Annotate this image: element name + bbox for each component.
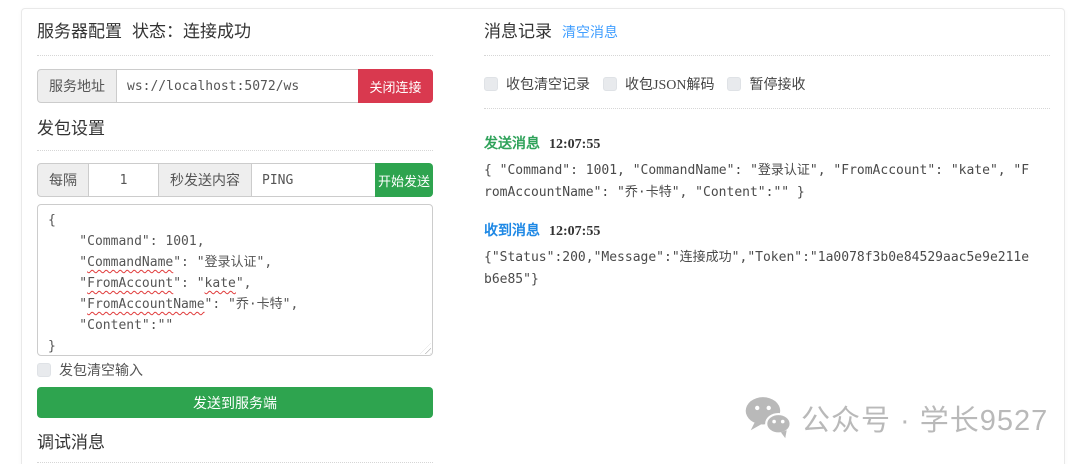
interval-input[interactable]	[88, 163, 159, 197]
clear-input-label: 发包清空输入	[59, 360, 143, 380]
server-config-title: 服务器配置	[37, 22, 122, 41]
server-address-input[interactable]	[116, 69, 359, 103]
message-timestamp: 12:07:55	[549, 224, 600, 239]
heartbeat-content-input[interactable]	[251, 163, 376, 197]
resize-grip-icon[interactable]	[420, 343, 431, 354]
interval-unit-label: 秒发送内容	[158, 163, 252, 197]
clear-input-checkbox[interactable]	[37, 363, 51, 377]
json-decode-checkbox[interactable]	[603, 77, 617, 91]
message-body: {"Status":200,"Message":"连接成功","Token":"…	[484, 247, 1032, 291]
debug-messages-title: 调试消息	[37, 432, 433, 454]
server-config-section: 服务器配置状态：连接成功 服务地址 关闭连接 发包设置 每隔 秒发送内容 开始发…	[37, 9, 433, 463]
option-label: 暂停接收	[749, 74, 805, 94]
divider	[37, 462, 433, 463]
message-item-sent: 发送消息 12:07:55 { "Command": 1001, "Command…	[484, 135, 1050, 204]
watermark-text: 公众号 · 学长9527	[801, 397, 1048, 439]
option-clear-on-receive[interactable]: 收包清空记录	[484, 74, 590, 94]
disconnect-button[interactable]: 关闭连接	[358, 69, 433, 103]
payload-textarea[interactable]: { "Command": 1001, "CommandName": "登录认证"…	[37, 204, 433, 356]
clear-input-option[interactable]: 发包清空输入	[37, 362, 433, 378]
divider	[484, 108, 1050, 109]
message-log-title: 消息记录	[484, 22, 552, 41]
divider	[484, 55, 1050, 56]
wechat-icon	[745, 396, 791, 440]
auto-send-group: 每隔 秒发送内容 开始发送	[37, 163, 433, 197]
pause-receive-checkbox[interactable]	[727, 77, 741, 91]
connection-status: 状态：连接成功	[132, 22, 251, 41]
clear-messages-link[interactable]: 清空消息	[562, 26, 618, 41]
message-body: { "Command": 1001, "CommandName": "登录认证"…	[484, 160, 1032, 204]
option-json-decode[interactable]: 收包JSON解码	[603, 74, 714, 94]
receive-options-row: 收包清空记录 收包JSON解码 暂停接收	[484, 74, 1050, 94]
server-config-title-row: 服务器配置状态：连接成功	[37, 21, 433, 43]
server-address-group: 服务地址 关闭连接	[37, 69, 433, 103]
option-label: 收包JSON解码	[625, 74, 714, 94]
interval-label: 每隔	[37, 163, 89, 197]
message-direction-label: 收到消息	[484, 224, 540, 239]
clear-on-receive-checkbox[interactable]	[484, 77, 498, 91]
option-pause-receive[interactable]: 暂停接收	[727, 74, 805, 94]
send-settings-title: 发包设置	[37, 118, 433, 140]
start-send-button[interactable]: 开始发送	[375, 163, 433, 197]
message-log-section: 消息记录清空消息 收包清空记录 收包JSON解码 暂停接收	[484, 9, 1050, 291]
send-to-server-button[interactable]: 发送到服务端	[37, 387, 433, 418]
message-direction-label: 发送消息	[484, 137, 540, 152]
divider	[37, 55, 433, 56]
server-address-label: 服务地址	[37, 69, 117, 103]
message-item-received: 收到消息 12:07:55 {"Status":200,"Message":"连接…	[484, 222, 1050, 291]
option-label: 收包清空记录	[506, 74, 590, 94]
watermark: 公众号 · 学长9527	[745, 396, 1048, 440]
message-timestamp: 12:07:55	[549, 137, 600, 152]
message-log-title-row: 消息记录清空消息	[484, 21, 1050, 43]
page: 服务器配置状态：连接成功 服务地址 关闭连接 发包设置 每隔 秒发送内容 开始发…	[0, 0, 1080, 464]
divider	[37, 150, 433, 151]
